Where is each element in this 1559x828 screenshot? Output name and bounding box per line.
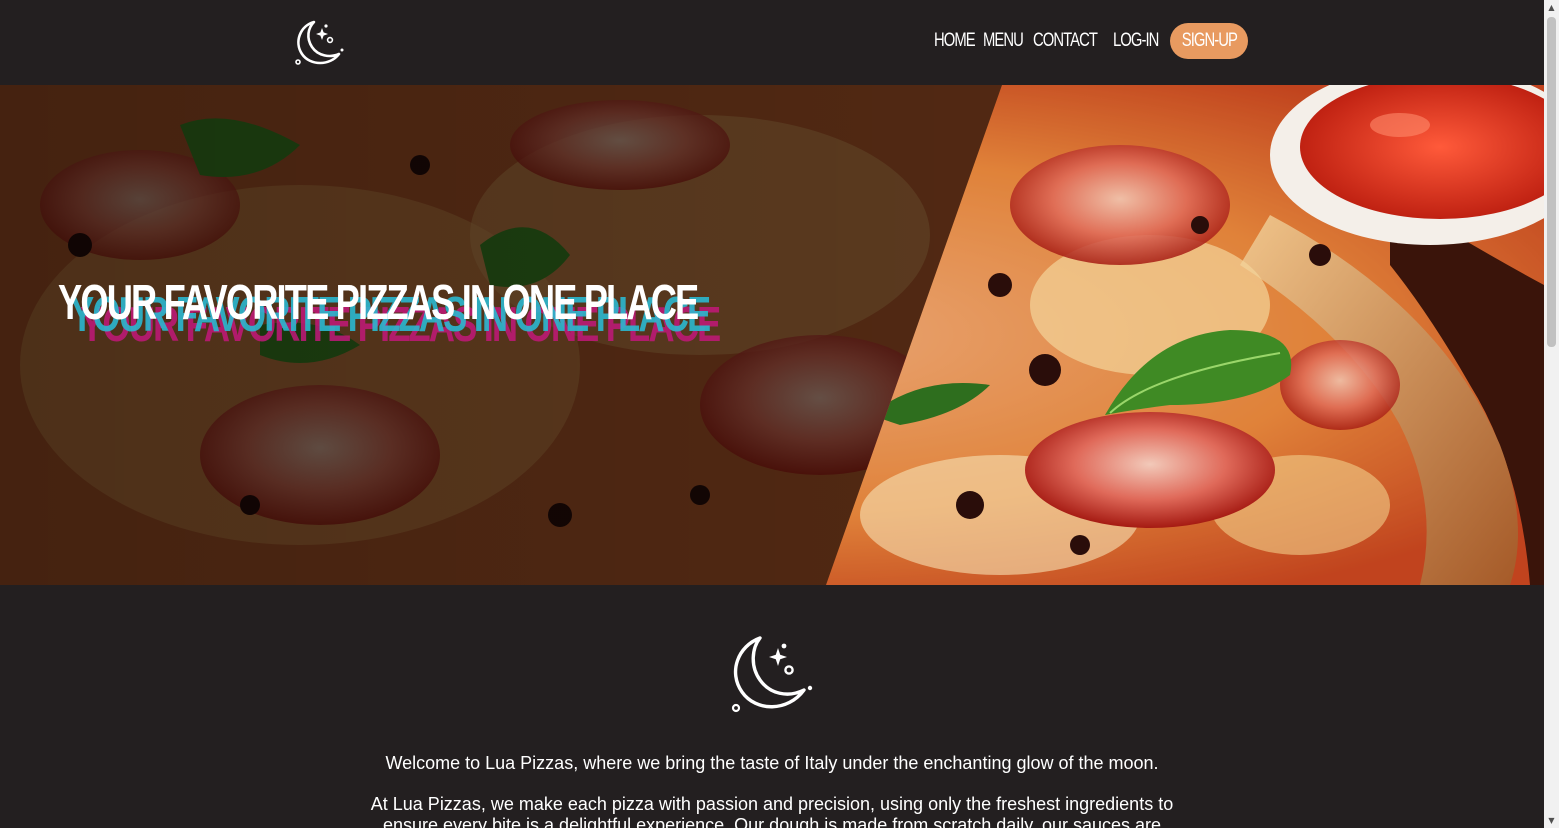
site-header: HOME MENU CONTACT LOG-IN SIGN-UP [0,0,1544,85]
hero-title: YOUR FAVORITE PIZZAS IN ONE PLACE [58,276,699,330]
moon-stars-icon [726,632,818,720]
hero-banner: YOUR FAVORITE PIZZAS IN ONE PLACE YOUR F… [0,85,1544,585]
nav-menu-link[interactable]: MENU [983,30,1024,52]
about-paragraph-1: Welcome to Lua Pizzas, where we bring th… [385,753,1159,773]
signup-button[interactable]: SIGN-UP [1170,23,1248,59]
moon-stars-icon[interactable] [292,16,348,70]
page-viewport: HOME MENU CONTACT LOG-IN SIGN-UP YOUR FA… [0,0,1544,828]
about-section: Welcome to Lua Pizzas, where we bring th… [0,585,1544,828]
nav-login-link[interactable]: LOG-IN [1113,30,1159,52]
hero-title-group: YOUR FAVORITE PIZZAS IN ONE PLACE YOUR F… [58,279,758,369]
scroll-down-arrow-icon[interactable]: ▼ [1544,813,1559,828]
page-scrollbar[interactable]: ▲ ▼ [1544,0,1559,828]
signup-button-label: SIGN-UP [1181,30,1237,51]
scroll-up-arrow-icon[interactable]: ▲ [1544,0,1559,15]
scroll-thumb[interactable] [1547,17,1556,347]
nav-home-link[interactable]: HOME [934,30,976,52]
about-paragraph-2: At Lua Pizzas, we make each pizza with p… [370,794,1174,828]
nav-contact-link[interactable]: CONTACT [1033,30,1098,52]
